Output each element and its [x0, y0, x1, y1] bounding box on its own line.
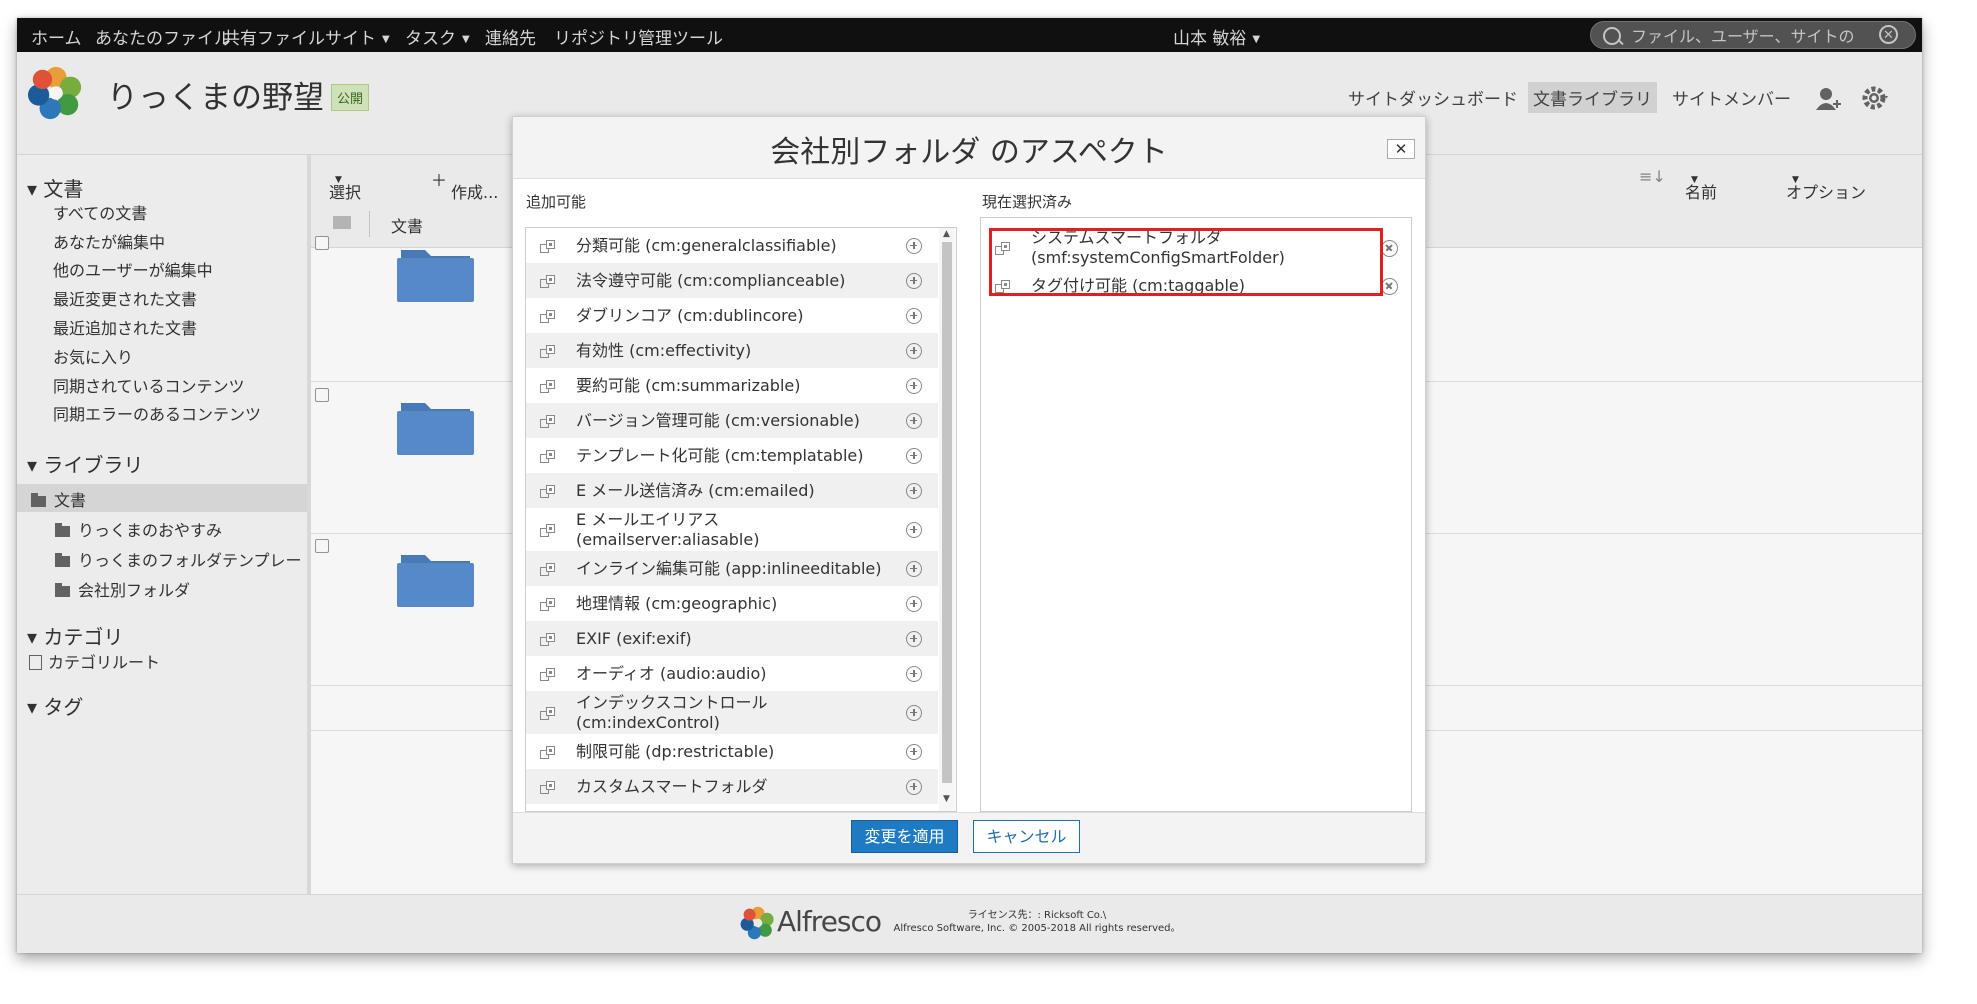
aspect-name: 要約可能 (cm:summarizable): [576, 376, 801, 395]
aspect-icon: [540, 597, 556, 611]
add-aspect-icon[interactable]: [906, 272, 922, 289]
available-aspect-item: カスタムスマートフォルダ: [526, 769, 938, 804]
add-aspect-icon[interactable]: [906, 342, 922, 359]
available-aspect-item: E メールエイリアス (emailserver:aliasable): [526, 508, 938, 551]
dialog-title: 会社別フォルダ のアスペクト: [770, 135, 1168, 170]
selected-aspects-list: システムスマートフォルダ (smf:systemConfigSmartFolder…: [980, 217, 1412, 812]
available-aspect-item: 要約可能 (cm:summarizable): [526, 368, 938, 403]
add-aspect-icon[interactable]: [906, 237, 922, 254]
aspect-icon: [540, 449, 556, 463]
aspect-name: 地理情報 (cm:geographic): [576, 594, 778, 613]
available-aspect-item: オーディオ (audio:audio): [526, 656, 938, 691]
aspect-icon: [540, 344, 556, 358]
add-aspect-icon[interactable]: [906, 377, 922, 394]
aspect-icon: [540, 309, 556, 323]
aspect-icon: [540, 632, 556, 646]
add-aspect-icon[interactable]: [906, 307, 922, 324]
add-aspect-icon[interactable]: [906, 560, 922, 577]
add-aspect-icon[interactable]: [906, 412, 922, 429]
aspect-name: バージョン管理可能 (cm:versionable): [576, 411, 860, 430]
add-aspect-icon[interactable]: [906, 447, 922, 464]
list-scrollbar[interactable]: ▲ ▼: [939, 228, 955, 811]
add-aspect-icon[interactable]: [906, 778, 922, 795]
remove-aspect-icon[interactable]: [1381, 239, 1398, 257]
aspect-icon: [540, 274, 556, 288]
aspect-label: E メール送信済み (cm:emailed): [576, 481, 815, 501]
aspect-name: カスタムスマートフォルダ: [576, 777, 768, 796]
aspect-icon: [540, 780, 556, 794]
app-window: ホーム あなたのファイル 共有ファイル サイト ▼ タスク ▼ 連絡先 リポジトリ …: [17, 18, 1922, 953]
aspect-name: 有効性 (cm:effectivity): [576, 341, 752, 360]
aspect-name: ダブリンコア (cm:dublincore): [576, 306, 804, 325]
available-aspect-item: E メール送信済み (cm:emailed): [526, 473, 938, 508]
apply-changes-button[interactable]: 変更を適用: [851, 820, 958, 853]
annotation-highlight-box: [989, 228, 1383, 296]
aspect-label: テンプレート化可能 (cm:templatable): [576, 446, 864, 466]
aspect-name: 分類可能 (cm:generalclassifiable): [576, 236, 837, 255]
cancel-button[interactable]: キャンセル: [973, 820, 1080, 853]
aspect-name: オーディオ (audio:audio): [576, 664, 767, 683]
aspect-label: EXIF (exif:exif): [576, 629, 692, 649]
aspect-name: E メール送信済み (cm:emailed): [576, 481, 815, 500]
aspect-name: インライン編集可能 (app:inlineeditable): [576, 559, 882, 578]
aspect-icon: [540, 745, 556, 759]
close-icon[interactable]: ✕: [1387, 139, 1415, 159]
aspect-qname: (cm:indexControl): [576, 713, 720, 732]
available-aspect-item: 分類可能 (cm:generalclassifiable): [526, 228, 938, 263]
aspect-icon: [540, 239, 556, 253]
aspect-qname: (emailserver:aliasable): [576, 530, 760, 549]
available-aspect-item: 地理情報 (cm:geographic): [526, 586, 938, 621]
aspect-label: 有効性 (cm:effectivity): [576, 341, 751, 361]
scroll-up-icon[interactable]: ▲: [943, 229, 950, 239]
aspect-icon: [540, 562, 556, 576]
available-aspect-item: 有効性 (cm:effectivity): [526, 333, 938, 368]
aspect-label: 分類可能 (cm:generalclassifiable): [576, 236, 837, 256]
aspect-icon: [540, 414, 556, 428]
aspect-icon: [540, 484, 556, 498]
add-aspect-icon[interactable]: [906, 704, 922, 721]
aspect-label: 地理情報 (cm:geographic): [576, 594, 777, 614]
aspect-icon: [540, 379, 556, 393]
aspect-name: 制限可能 (dp:restrictable): [576, 742, 775, 761]
available-aspect-item: バージョン管理可能 (cm:versionable): [526, 403, 938, 438]
add-aspect-icon[interactable]: [906, 482, 922, 499]
aspect-label: カスタムスマートフォルダ: [576, 777, 768, 797]
aspect-icon: [540, 523, 556, 537]
available-aspect-item: テンプレート化可能 (cm:templatable): [526, 438, 938, 473]
aspect-label: バージョン管理可能 (cm:versionable): [576, 411, 860, 431]
aspect-label: 法令遵守可能 (cm:complianceable): [576, 271, 845, 291]
available-aspect-item: EXIF (exif:exif): [526, 621, 938, 656]
add-aspect-icon[interactable]: [906, 665, 922, 682]
aspect-label: ダブリンコア (cm:dublincore): [576, 306, 804, 326]
remove-aspect-icon[interactable]: [1381, 277, 1398, 295]
aspect-name: E メールエイリアス: [576, 510, 720, 529]
available-aspect-item: ダブリンコア (cm:dublincore): [526, 298, 938, 333]
selected-label: 現在選択済み: [982, 193, 1073, 211]
available-aspect-item: 制限可能 (dp:restrictable): [526, 734, 938, 769]
aspect-label: 要約可能 (cm:summarizable): [576, 376, 800, 396]
scroll-thumb[interactable]: [942, 242, 952, 783]
add-aspect-icon[interactable]: [906, 630, 922, 647]
aspect-icon: [540, 667, 556, 681]
available-aspect-item: 法令遵守可能 (cm:complianceable): [526, 263, 938, 298]
aspect-name: 法令遵守可能 (cm:complianceable): [576, 271, 846, 290]
available-aspect-item: インライン編集可能 (app:inlineeditable): [526, 551, 938, 586]
add-aspect-icon[interactable]: [906, 521, 922, 538]
aspect-name: EXIF (exif:exif): [576, 629, 692, 648]
available-aspects-list: 分類可能 (cm:generalclassifiable) 法令遵守可能 (cm:…: [525, 227, 957, 812]
add-aspect-icon[interactable]: [906, 743, 922, 760]
add-aspect-icon[interactable]: [906, 595, 922, 612]
aspect-name: テンプレート化可能 (cm:templatable): [576, 446, 864, 465]
aspect-label: E メールエイリアス (emailserver:aliasable): [576, 510, 759, 550]
aspect-icon: [540, 706, 556, 720]
aspect-name: インデックスコントロール: [576, 693, 768, 712]
available-label: 追加可能: [526, 193, 587, 211]
aspect-label: オーディオ (audio:audio): [576, 664, 767, 684]
aspect-label: 制限可能 (dp:restrictable): [576, 742, 774, 762]
aspect-label: インライン編集可能 (app:inlineeditable): [576, 559, 882, 579]
aspect-label: インデックスコントロール (cm:indexControl): [576, 693, 768, 733]
scroll-down-icon[interactable]: ▼: [943, 794, 950, 804]
available-aspect-item: インデックスコントロール (cm:indexControl): [526, 691, 938, 734]
